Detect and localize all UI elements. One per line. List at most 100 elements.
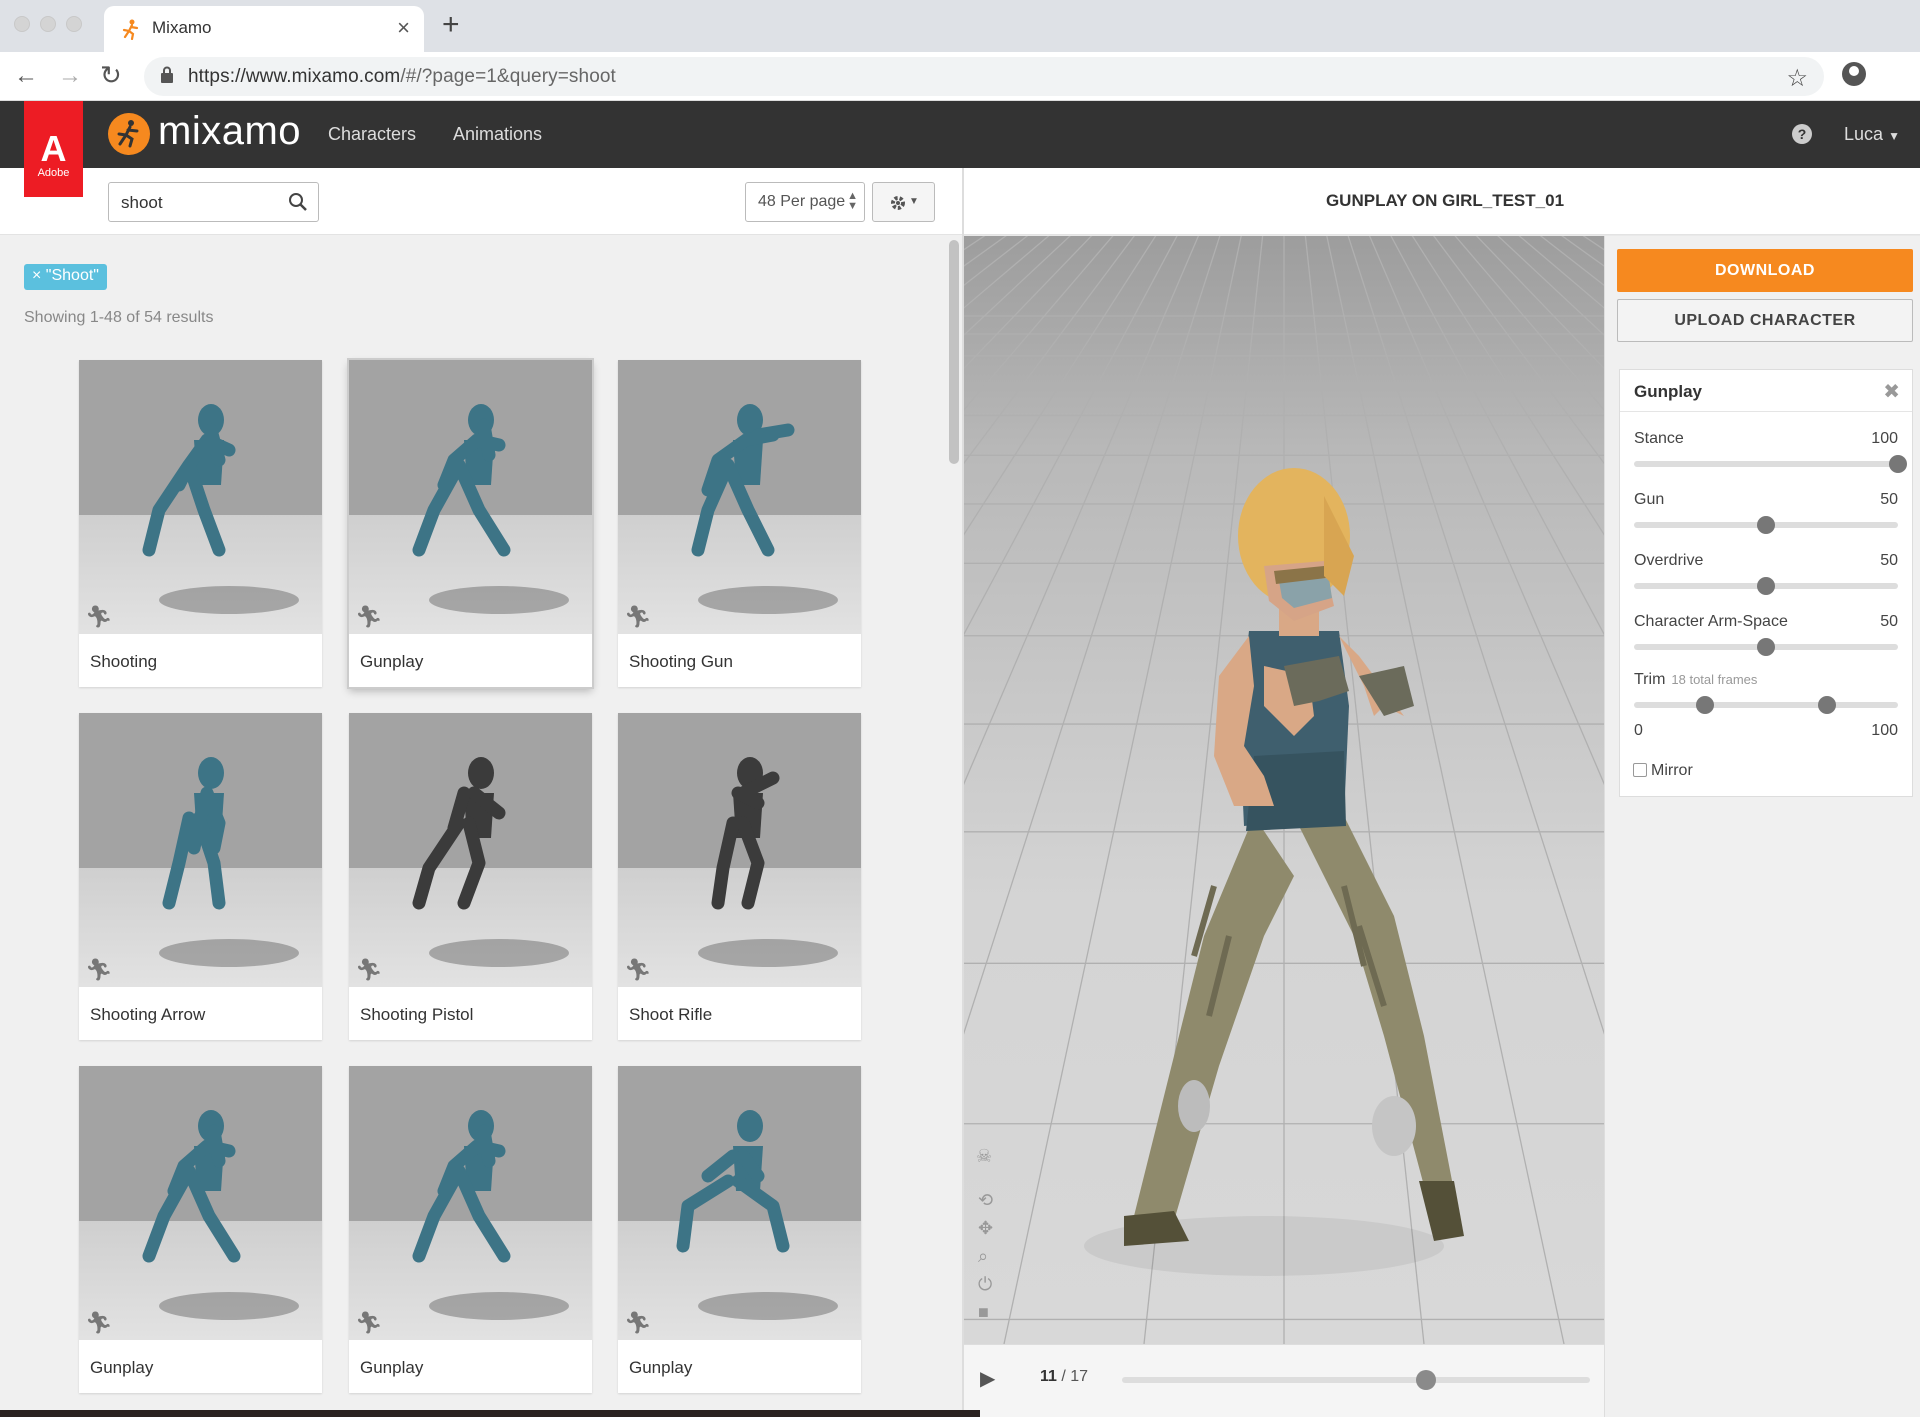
mixamo-logo-icon[interactable]: [108, 113, 150, 155]
close-icon[interactable]: ✖: [1883, 379, 1900, 404]
animation-thumbnail[interactable]: 🏃︎: [349, 360, 592, 634]
window-close-dot[interactable]: [14, 16, 30, 32]
animation-card-label: Shooting: [90, 652, 158, 671]
character-pose: [412, 404, 569, 614]
user-menu[interactable]: Luca ▼: [1844, 124, 1900, 145]
slider-knob[interactable]: [1757, 577, 1775, 595]
slider-knob[interactable]: [1889, 455, 1907, 473]
animation-card[interactable]: 🏃︎ Gunplay: [349, 360, 592, 687]
animation-settings: Gunplay ✖ Stance 100 Gun 50 Overdrive 50 Chara…: [1619, 369, 1913, 797]
bookmark-star-icon[interactable]: ☆: [1786, 64, 1808, 93]
animation-type-icon: 🏃︎: [85, 957, 113, 982]
animation-card[interactable]: 🏃︎ Shooting Arrow: [79, 713, 322, 1040]
url-field[interactable]: https://www.mixamo.com/#/?page=1&query=s…: [144, 57, 1824, 96]
camera-icon[interactable]: ■: [978, 1302, 989, 1323]
settings-header: Gunplay ✖: [1620, 370, 1912, 412]
animation-card[interactable]: 🏃︎ Gunplay: [349, 1066, 592, 1393]
character-pose: [412, 1110, 569, 1320]
animation-type-icon: 🏃︎: [624, 957, 652, 982]
mixamo-wordmark[interactable]: mixamo: [158, 109, 301, 154]
new-tab-icon[interactable]: +: [442, 8, 460, 42]
animation-type-icon: 🏃︎: [624, 604, 652, 629]
trim-end-knob[interactable]: [1817, 696, 1836, 714]
skeleton-icon[interactable]: ☠: [976, 1146, 992, 1167]
animation-card-label: Shooting Gun: [629, 652, 733, 671]
animation-thumbnail[interactable]: 🏃︎: [349, 713, 592, 987]
desktop-strip: [0, 1410, 980, 1417]
frame-current: 11: [1040, 1368, 1057, 1385]
character-pose: [142, 404, 299, 614]
animation-thumbnail[interactable]: 🏃︎: [79, 1066, 322, 1340]
slider-knob[interactable]: [1757, 638, 1775, 656]
search-input[interactable]: shoot: [108, 182, 319, 222]
animation-thumbnail[interactable]: 🏃︎: [618, 360, 861, 634]
animation-thumbnail[interactable]: 🏃︎: [79, 713, 322, 987]
select-arrows-icon: ▲ ▼: [847, 190, 858, 212]
animation-card[interactable]: 🏃︎ Gunplay: [618, 1066, 861, 1393]
trim-track[interactable]: [1634, 702, 1898, 708]
slider-knob[interactable]: [1757, 516, 1775, 534]
lock-icon: [161, 66, 173, 83]
forward-icon[interactable]: →: [58, 62, 82, 90]
search-icon[interactable]: [288, 192, 308, 212]
animation-card-label: Shoot Rifle: [629, 1005, 713, 1024]
animation-card-label: Gunplay: [360, 1358, 424, 1377]
mirror-label: Mirror: [1651, 762, 1693, 779]
browser-tab-bar: Mixamo × +: [0, 0, 1920, 52]
url-path: /#/?page=1&query=shoot: [400, 66, 616, 87]
frame-counter: 11 / 17: [1040, 1368, 1088, 1386]
rotate-icon[interactable]: ⟲: [978, 1190, 993, 1211]
help-icon[interactable]: ?: [1792, 124, 1812, 144]
checkbox-box[interactable]: [1633, 763, 1647, 777]
pan-icon[interactable]: ✥: [978, 1218, 993, 1239]
filter-chip-shoot[interactable]: × "Shoot": [24, 264, 107, 290]
animation-thumbnail[interactable]: 🏃︎: [618, 713, 861, 987]
zoom-icon[interactable]: ⌕: [978, 1246, 988, 1267]
trim-frames: 18 total frames: [1671, 672, 1758, 687]
animation-thumbnail[interactable]: 🏃︎: [349, 1066, 592, 1340]
browser-tab[interactable]: Mixamo ×: [104, 6, 424, 52]
trim-label: Trim 18 total frames: [1634, 671, 1758, 688]
animation-card[interactable]: 🏃︎ Shooting Pistol: [349, 713, 592, 1040]
animation-card[interactable]: 🏃︎ Shoot Rifle: [618, 713, 861, 1040]
reset-view-icon[interactable]: ⏻: [978, 1274, 992, 1295]
tab-close-icon[interactable]: ×: [397, 15, 410, 41]
animation-card[interactable]: 🏃︎ Gunplay: [79, 1066, 322, 1393]
window-zoom-dot[interactable]: [66, 16, 82, 32]
character-pose: [698, 757, 838, 967]
nav-animations[interactable]: Animations: [453, 124, 542, 145]
character-model: [1084, 468, 1464, 1276]
mirror-checkbox[interactable]: Mirror: [1633, 762, 1693, 780]
animation-type-icon: 🏃︎: [355, 957, 383, 982]
character-pose: [412, 757, 569, 967]
animation-card[interactable]: 🏃︎ Shooting Gun: [618, 360, 861, 687]
settings-dropdown-button[interactable]: ▼: [872, 182, 935, 222]
play-icon[interactable]: ▶: [980, 1366, 995, 1391]
slider-label: Overdrive: [1634, 552, 1704, 569]
upload-character-button[interactable]: UPLOAD CHARACTER: [1617, 299, 1913, 342]
animation-thumbnail[interactable]: 🏃︎: [618, 1066, 861, 1340]
nav-characters[interactable]: Characters: [328, 124, 416, 145]
reload-icon[interactable]: ↻: [100, 60, 122, 91]
back-icon[interactable]: ←: [14, 62, 38, 90]
profile-icon[interactable]: [1842, 62, 1866, 86]
timeline-track[interactable]: [1122, 1377, 1590, 1383]
character-pose: [676, 1110, 838, 1320]
caret-down-icon: ▼: [1888, 129, 1900, 143]
scrollbar-thumb[interactable]: [949, 240, 959, 464]
3d-viewport[interactable]: [964, 236, 1604, 1344]
trim-max: 100: [1871, 722, 1898, 739]
trim-start-knob[interactable]: [1696, 696, 1715, 714]
adobe-logo[interactable]: A Adobe: [24, 101, 83, 197]
window-minimize-dot[interactable]: [40, 16, 56, 32]
results-count: Showing 1-48 of 54 results: [24, 309, 214, 326]
animation-thumbnail[interactable]: 🏃︎: [79, 360, 322, 634]
animation-type-icon: 🏃︎: [85, 604, 113, 629]
animation-card[interactable]: 🏃︎ Shooting: [79, 360, 322, 687]
tab-title: Mixamo: [152, 18, 212, 37]
per-page-value: 48 Per page: [758, 193, 846, 210]
per-page-select[interactable]: 48 Per page ▲ ▼: [745, 182, 865, 222]
slider-label: Stance: [1634, 430, 1684, 447]
download-button[interactable]: DOWNLOAD: [1617, 249, 1913, 292]
slider-track[interactable]: [1634, 461, 1898, 467]
